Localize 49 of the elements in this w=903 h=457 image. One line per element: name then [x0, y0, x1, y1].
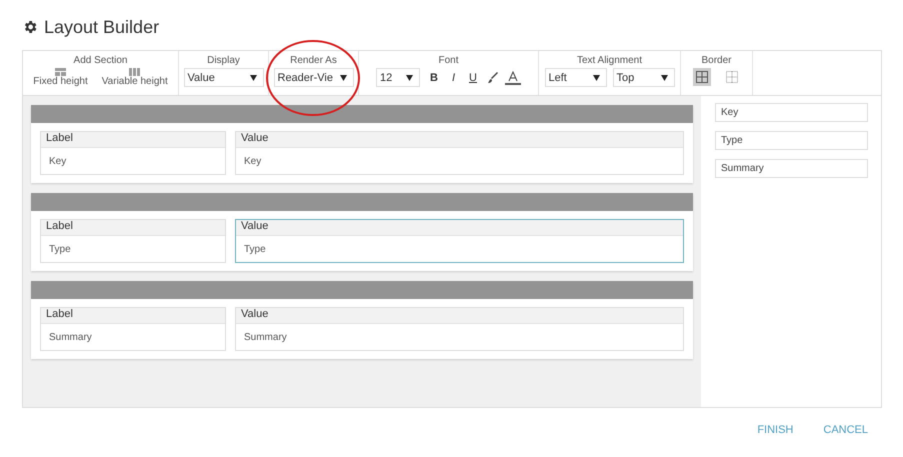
cell-header: Label [41, 220, 225, 236]
render-as-select[interactable]: Reader-Vie [274, 68, 354, 87]
layout-cell[interactable]: Value Type [235, 219, 684, 263]
layout-cell[interactable]: Value Key [235, 131, 684, 175]
italic-button[interactable]: I [448, 72, 460, 84]
cell-value: Type [48, 242, 72, 256]
font-color-icon[interactable] [504, 70, 521, 84]
caret-icon [340, 74, 346, 80]
bold-button[interactable]: B [426, 72, 442, 84]
dialog-title: Layout Builder [44, 16, 160, 38]
field-item[interactable]: Key [715, 103, 868, 122]
gear-icon [22, 19, 38, 35]
caret-icon [592, 74, 600, 80]
cell-value: Summary [48, 330, 93, 344]
group-label: Border [701, 55, 732, 68]
cell-header: Value [236, 308, 683, 324]
cell-header: Label [41, 132, 225, 148]
cell-header: Value [236, 132, 683, 148]
columns-icon [129, 68, 140, 76]
group-label: Font [438, 55, 458, 68]
group-label: Display [207, 55, 240, 68]
caret-icon [406, 74, 414, 80]
layout-cell[interactable]: Value Summary [235, 307, 684, 351]
cell-value: Key [48, 154, 68, 168]
caret-icon [660, 74, 668, 80]
group-label: Add Section [74, 55, 128, 68]
border-grid-button[interactable] [692, 68, 710, 86]
group-label: Render As [290, 55, 337, 68]
add-section-button[interactable]: Variable height [98, 68, 172, 87]
field-item[interactable]: Type [715, 131, 868, 150]
cell-header: Value [236, 220, 683, 236]
vertical-align-select[interactable]: Top [612, 68, 674, 87]
display-select[interactable]: Value [184, 68, 264, 87]
cell-value: Key [243, 154, 262, 168]
layout-cell[interactable]: Label Type [40, 219, 226, 263]
horizontal-align-select[interactable]: Left [544, 68, 606, 87]
add-section-button[interactable]: Fixed height [29, 68, 92, 87]
layout-cell[interactable]: Label Summary [40, 307, 226, 351]
font-size-select[interactable]: 12 [376, 68, 420, 87]
caret-icon [250, 74, 256, 80]
layout-cell[interactable]: Label Key [40, 131, 226, 175]
cell-header: Label [41, 308, 225, 324]
brush-icon[interactable] [486, 72, 499, 84]
group-label: Text Alignment [576, 55, 642, 68]
field-item[interactable]: Summary [715, 159, 868, 178]
cell-value: Summary [243, 330, 288, 344]
underline-button[interactable]: U [465, 72, 481, 84]
rows-icon [55, 68, 66, 76]
cell-value: Type [243, 242, 267, 256]
